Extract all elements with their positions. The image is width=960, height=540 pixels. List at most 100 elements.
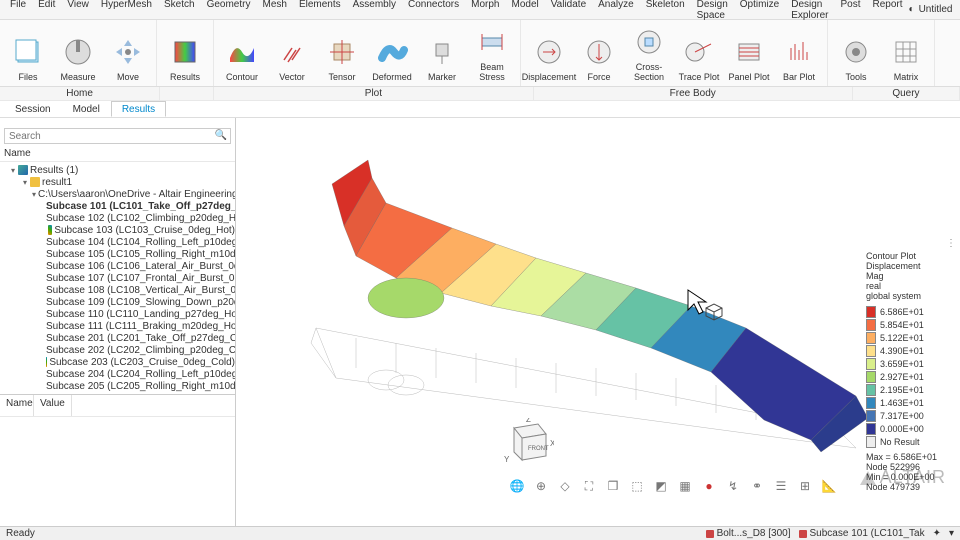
wing-contour-plot [236, 118, 956, 518]
results-button[interactable]: Results [161, 22, 209, 84]
tree-subcase-3[interactable]: Subcase 104 (LC104_Rolling_Left_p10deg_H… [0, 236, 235, 248]
tree-subcase-1[interactable]: Subcase 102 (LC102_Climbing_p20deg_Hot) [0, 212, 235, 224]
tree-results-root[interactable]: ▾Results (1) [0, 164, 235, 176]
doc-title[interactable]: Untitled [919, 4, 953, 15]
contour-legend: ⋮ Contour PlotDisplacementMagrealglobal … [866, 238, 956, 492]
files-button[interactable]: Files [4, 22, 52, 84]
tree-subcase-5[interactable]: Subcase 106 (LC106_Lateral_Air_Burst_0de… [0, 260, 235, 272]
tree-subcase-13[interactable]: Subcase 203 (LC203_Cruise_0deg_Cold) [0, 356, 235, 368]
ruler-icon[interactable]: 📐 [820, 477, 838, 495]
deformed-button[interactable]: Deformed [368, 22, 416, 84]
move-button[interactable]: Move [104, 22, 152, 84]
tools-button[interactable]: Tools [832, 22, 880, 84]
diamond-icon[interactable]: ◇ [556, 477, 574, 495]
view-cube[interactable]: FRONT X Y Z [498, 418, 554, 468]
tree-subcase-2[interactable]: Subcase 103 (LC103_Cruise_0deg_Hot) [0, 224, 235, 236]
barplot-button[interactable]: Bar Plot [775, 22, 823, 84]
cube2-icon[interactable]: ⬚ [628, 477, 646, 495]
search-input[interactable] [4, 128, 231, 144]
link-icon[interactable]: ⚭ [748, 477, 766, 495]
view-toolbar: 🌐 ⊕ ◇ ⛶ ❒ ⬚ ◩ ▦ ● ↯ ⚭ ☰ ⊞ 📐 [484, 474, 862, 498]
svg-text:Z: Z [526, 418, 531, 424]
tensor-icon [324, 34, 360, 70]
results-tree[interactable]: ▾Results (1)▾result1▾C:\Users\aaron\OneD… [0, 162, 235, 394]
status-chip-1[interactable]: Bolt...s_D8 [300] [706, 528, 791, 539]
tree-subcase-15[interactable]: Subcase 205 (LC205_Rolling_Right_m10deg_… [0, 380, 235, 392]
column-header-name[interactable]: Name [0, 146, 235, 162]
force-icon [581, 34, 617, 70]
tree-subcase-8[interactable]: Subcase 109 (LC109_Slowing_Down_p20deg_H… [0, 296, 235, 308]
traceplot-button[interactable]: Trace Plot [675, 22, 723, 84]
files-icon [10, 34, 46, 70]
globe-wire-icon[interactable]: ⊕ [532, 477, 550, 495]
prop-name-header[interactable]: Name [0, 395, 34, 416]
tab-session[interactable]: Session [4, 101, 62, 117]
ribbon: FilesMeasureMoveResultsContourVectorTens… [0, 20, 960, 87]
globe-shaded-icon[interactable]: 🌐 [508, 477, 526, 495]
contour-button[interactable]: Contour [218, 22, 266, 84]
tensor-button[interactable]: Tensor [318, 22, 366, 84]
panelplot-icon [731, 34, 767, 70]
tree-subcase-11[interactable]: Subcase 201 (LC201_Take_Off_p27deg_Cold) [0, 332, 235, 344]
svg-text:X: X [550, 439, 554, 448]
panelplot-button[interactable]: Panel Plot [725, 22, 773, 84]
tree-subcase-7[interactable]: Subcase 108 (LC108_Vertical_Air_Burst_0d… [0, 284, 235, 296]
stack-icon[interactable]: ☰ [772, 477, 790, 495]
search-box: 🔍 [4, 128, 231, 144]
legend-row: 7.317E+00 [866, 409, 956, 422]
displacement-button[interactable]: Displacement [525, 22, 573, 84]
tree-filepath[interactable]: ▾C:\Users\aaron\OneDrive - Altair Engine… [0, 188, 235, 200]
snap-icon[interactable]: ✦ [933, 528, 941, 539]
tree-result1[interactable]: ▾result1 [0, 176, 235, 188]
measure-button[interactable]: Measure [54, 22, 102, 84]
axis-icon[interactable]: ↯ [724, 477, 742, 495]
matrix-button[interactable]: Matrix [882, 22, 930, 84]
displacement-icon [531, 34, 567, 70]
legend-row: 6.586E+01 [866, 305, 956, 318]
grid-icon[interactable]: ⊞ [796, 477, 814, 495]
cube-icon[interactable]: ❒ [604, 477, 622, 495]
graphics-viewport[interactable]: FRONT X Y Z 🌐 ⊕ ◇ ⛶ ❒ ⬚ ◩ ▦ ● ↯ ⚭ ☰ ⊞ 📐 [236, 118, 960, 526]
section-icon[interactable]: ◩ [652, 477, 670, 495]
record-icon[interactable]: ● [700, 477, 718, 495]
tools-icon [838, 34, 874, 70]
legend-row: 1.463E+01 [866, 396, 956, 409]
tree-subcase-10[interactable]: Subcase 111 (LC111_Braking_m20deg_Hot) [0, 320, 235, 332]
force-button[interactable]: Force [575, 22, 623, 84]
expand-icon[interactable]: ▾ [949, 528, 954, 539]
legend-row: 2.195E+01 [866, 383, 956, 396]
crosssection-button[interactable]: Cross-Section [625, 22, 673, 84]
vector-button[interactable]: Vector [268, 22, 316, 84]
mesh-icon[interactable]: ▦ [676, 477, 694, 495]
prop-value-header[interactable]: Value [34, 395, 72, 416]
tree-subcase-6[interactable]: Subcase 107 (LC107_Frontal_Air_Burst_0de… [0, 272, 235, 284]
tree-subcase-0[interactable]: Subcase 101 (LC101_Take_Off_p27deg_Hot) [0, 200, 235, 212]
tree-subcase-12[interactable]: Subcase 202 (LC202_Climbing_p20deg_Cold) [0, 344, 235, 356]
legend-row: 5.854E+01 [866, 318, 956, 331]
tab-results[interactable]: Results [111, 101, 166, 117]
toggle-icon[interactable]: ◐ [909, 4, 915, 15]
svg-text:Y: Y [504, 455, 510, 464]
marker-button[interactable]: Marker [418, 22, 466, 84]
properties-body [0, 416, 235, 526]
svg-text:FRONT: FRONT [528, 446, 549, 452]
properties-header: Name Value [0, 394, 235, 416]
status-chip-2[interactable]: Subcase 101 (LC101_Tak [799, 528, 925, 539]
tree-subcase-4[interactable]: Subcase 105 (LC105_Rolling_Right_m10deg_… [0, 248, 235, 260]
legend-row: 2.927E+01 [866, 370, 956, 383]
tree-subcase-14[interactable]: Subcase 204 (LC204_Rolling_Left_p10deg_C… [0, 368, 235, 380]
marker-icon [424, 34, 460, 70]
browser-panel: 🔍 Name ▾Results (1)▾result1▾C:\Users\aar… [0, 118, 236, 526]
deformed-icon [374, 34, 410, 70]
left-tabs: × SessionModelResults [0, 101, 960, 118]
fit-icon[interactable]: ⛶ [580, 477, 598, 495]
matrix-icon [888, 34, 924, 70]
tab-model[interactable]: Model [62, 101, 111, 117]
traceplot-icon [681, 34, 717, 70]
tree-subcase-9[interactable]: Subcase 110 (LC110_Landing_p27deg_Hot) [0, 308, 235, 320]
move-icon [110, 34, 146, 70]
beamstress-button[interactable]: Beam Stress [468, 22, 516, 84]
search-icon[interactable]: 🔍 [215, 130, 227, 141]
legend-row: 0.000E+00 [866, 422, 956, 435]
legend-row: 4.390E+01 [866, 344, 956, 357]
